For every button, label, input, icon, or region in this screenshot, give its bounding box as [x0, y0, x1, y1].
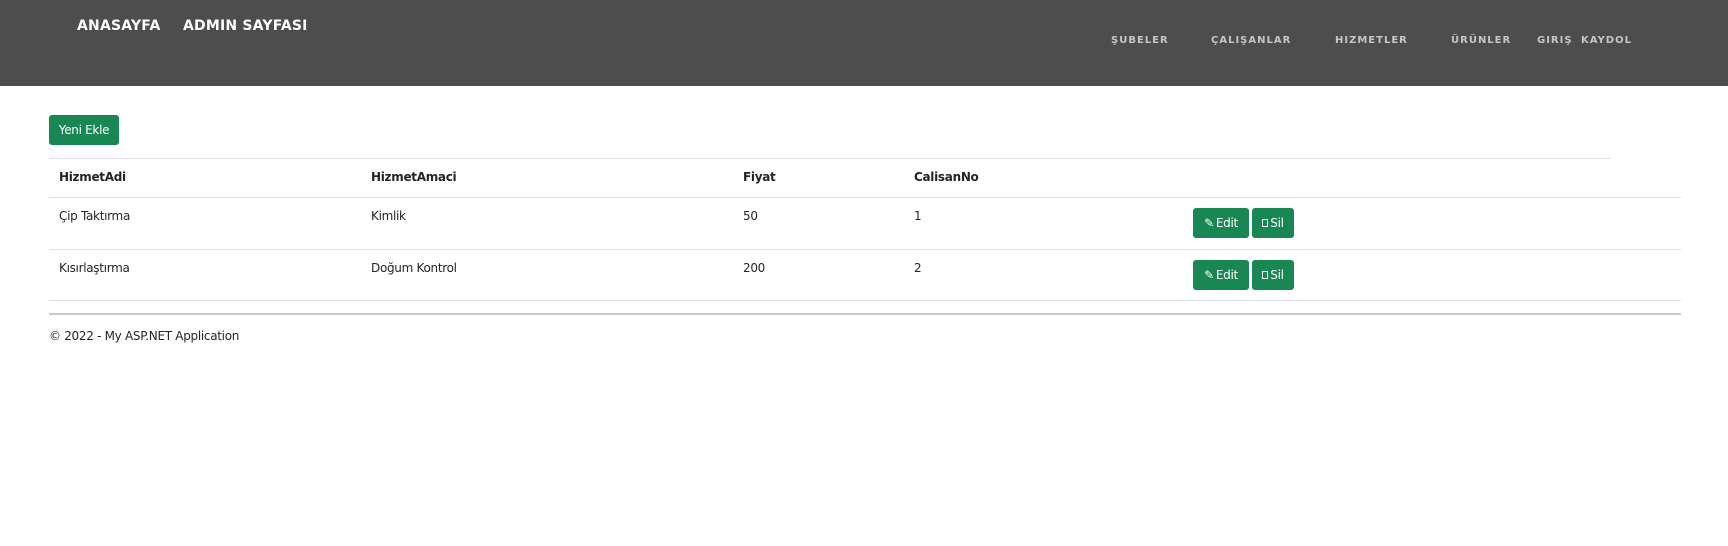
- trash-icon: [1262, 219, 1269, 227]
- cell-calisanno: 1: [914, 209, 922, 223]
- nav-giris-link[interactable]: GIRIŞ: [1537, 35, 1573, 46]
- cell-hizmetadi: Kısırlaştırma: [59, 261, 130, 275]
- table-top-border: [49, 158, 1611, 159]
- top-navbar: ANASAYFA ADMIN SAYFASI ŞUBELER ÇALIŞANLA…: [0, 0, 1728, 86]
- delete-button[interactable]: Sil: [1252, 208, 1294, 238]
- nav-urunler-link[interactable]: ÜRÜNLER: [1451, 35, 1511, 46]
- nav-hizmetler-link[interactable]: HIZMETLER: [1335, 35, 1408, 46]
- cell-hizmetadi: Çip Taktırma: [59, 209, 130, 223]
- pencil-icon: ✎: [1204, 268, 1214, 282]
- add-new-label: Yeni Ekle: [58, 123, 110, 137]
- header-hizmetamaci: HizmetAmaci: [371, 170, 457, 184]
- footer-copyright: © 2022 - My ASP.NET Application: [49, 329, 240, 343]
- cell-hizmetamaci: Kimlik: [371, 209, 406, 223]
- delete-label: Sil: [1270, 268, 1284, 282]
- cell-fiyat: 200: [743, 261, 766, 275]
- header-fiyat: Fiyat: [743, 170, 776, 184]
- nav-calisanlar-link[interactable]: ÇALIŞANLAR: [1211, 35, 1291, 46]
- delete-button[interactable]: Sil: [1252, 260, 1294, 290]
- cell-fiyat: 50: [743, 209, 758, 223]
- header-hizmetadi: HizmetAdi: [59, 170, 126, 184]
- edit-button[interactable]: ✎ Edit: [1193, 208, 1249, 238]
- edit-button[interactable]: ✎ Edit: [1193, 260, 1249, 290]
- nav-anasayfa-link[interactable]: ANASAYFA: [77, 18, 161, 34]
- header-calisanno: CalisanNo: [914, 170, 979, 184]
- table-bottom-border: [49, 300, 1681, 301]
- nav-admin-link[interactable]: ADMIN SAYFASI: [183, 18, 308, 34]
- pencil-icon: ✎: [1204, 216, 1214, 230]
- cell-calisanno: 2: [914, 261, 922, 275]
- edit-label: Edit: [1215, 216, 1238, 230]
- trash-icon: [1262, 271, 1269, 279]
- footer-divider: [49, 313, 1681, 315]
- edit-label: Edit: [1215, 268, 1238, 282]
- header-bottom-border: [49, 197, 1681, 198]
- cell-hizmetamaci: Doğum Kontrol: [371, 261, 457, 275]
- nav-kaydol-link[interactable]: KAYDOL: [1581, 35, 1632, 46]
- add-new-button[interactable]: Yeni Ekle: [49, 115, 119, 145]
- nav-subeler-link[interactable]: ŞUBELER: [1111, 35, 1169, 46]
- delete-label: Sil: [1270, 216, 1284, 230]
- row-divider: [49, 249, 1681, 250]
